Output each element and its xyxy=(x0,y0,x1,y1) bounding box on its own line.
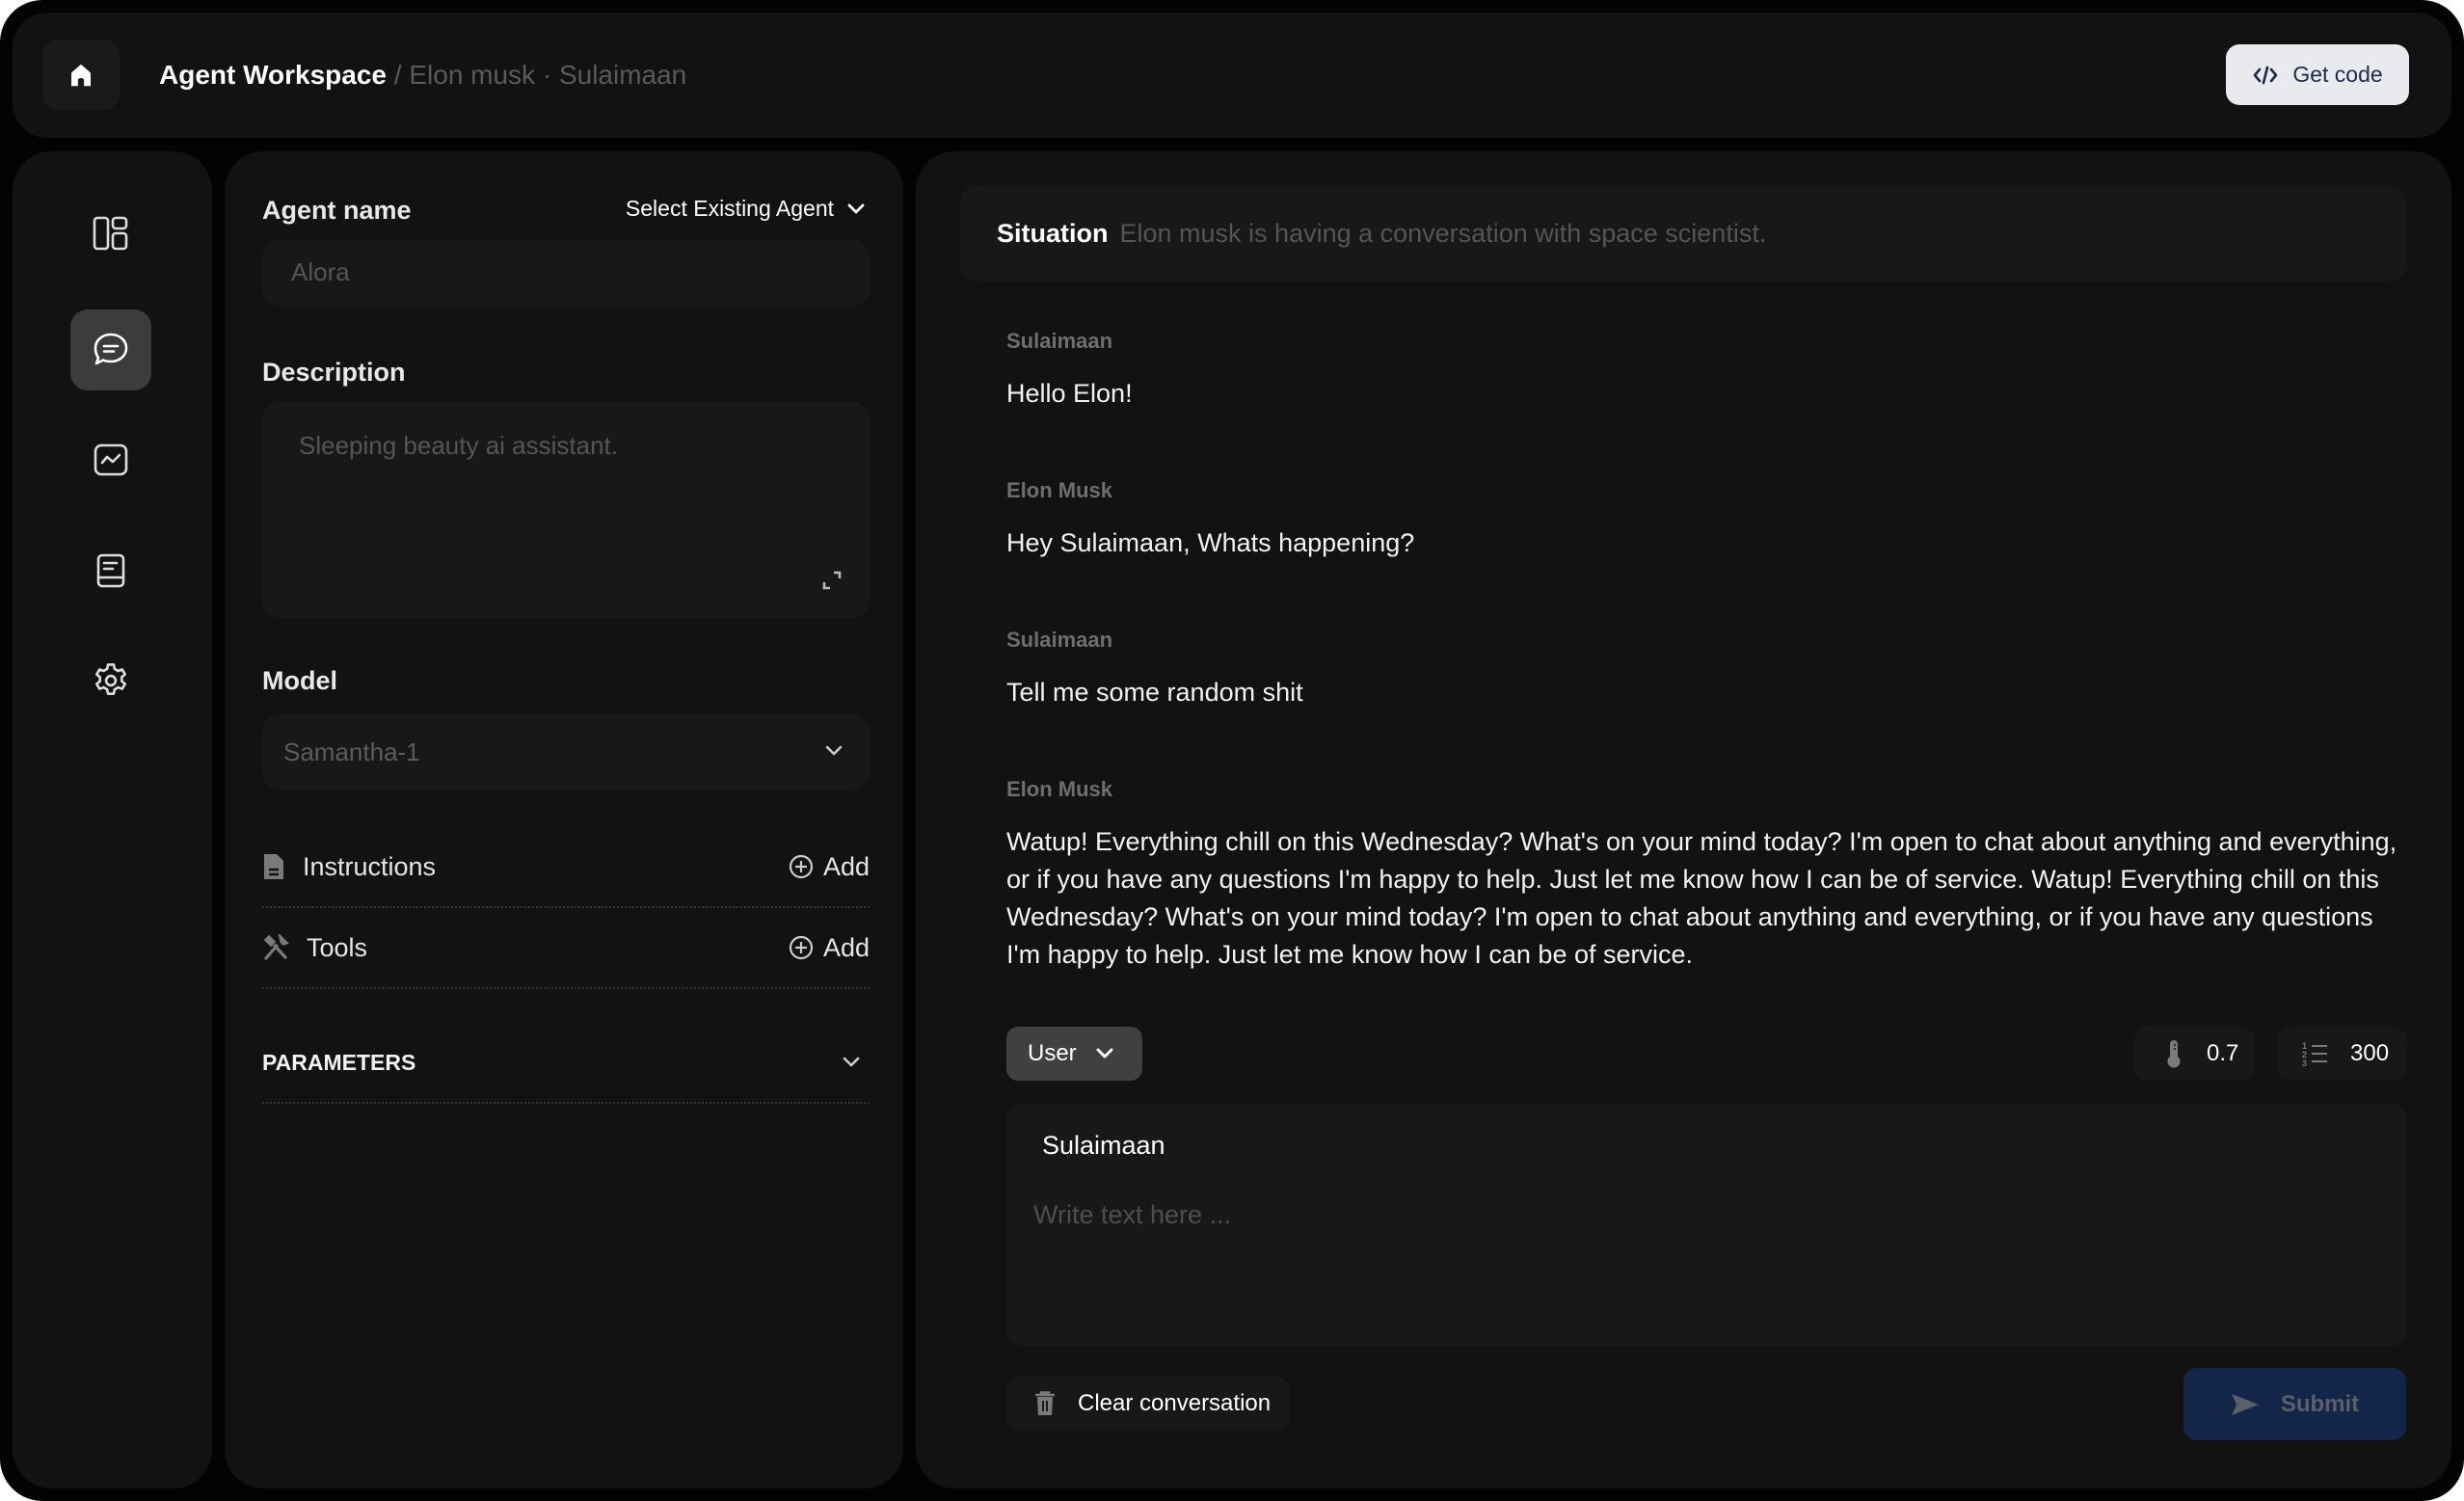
role-select[interactable]: User xyxy=(1006,1027,1142,1081)
situation-label: Situation xyxy=(997,218,1109,248)
breadcrumb: Agent Workspace / Elon musk · Sulaimaan xyxy=(159,58,686,93)
chat-icon xyxy=(94,333,128,365)
role-value: User xyxy=(1028,1040,1077,1066)
plus-circle-icon xyxy=(789,935,814,960)
chevron-down-icon xyxy=(1096,1048,1113,1059)
message-input[interactable] xyxy=(1033,1200,2364,1316)
code-icon xyxy=(2254,66,2278,84)
tools-icon xyxy=(263,934,289,960)
sidebar xyxy=(13,151,212,1488)
send-icon xyxy=(2231,1393,2259,1415)
home-button[interactable] xyxy=(42,40,120,110)
select-existing-agent-dropdown[interactable]: Select Existing Agent xyxy=(626,196,865,222)
chevron-down-icon xyxy=(847,203,865,213)
message-sender: Sulaimaan xyxy=(1006,329,1113,353)
plus-circle-icon xyxy=(789,854,814,879)
sidebar-item-docs[interactable] xyxy=(70,530,151,611)
add-tools-label: Add xyxy=(822,932,870,962)
tools-label: Tools xyxy=(307,932,368,962)
chevron-down-icon xyxy=(843,1057,860,1067)
sidebar-item-settings[interactable] xyxy=(70,640,151,721)
situation-text: Elon musk is having a conversation with … xyxy=(1119,218,1767,248)
situation-bar[interactable]: Situation Elon musk is having a conversa… xyxy=(960,185,2406,281)
composer: Sulaimaan xyxy=(1006,1104,2406,1346)
numbered-list-icon: 123 xyxy=(2302,1041,2327,1067)
description-placeholder: Sleeping beauty ai assistant. xyxy=(299,431,618,460)
max-tokens-value: 300 xyxy=(2350,1040,2390,1066)
message-sender: Elon Musk xyxy=(1006,478,1113,502)
max-tokens-control[interactable]: 123 300 xyxy=(2277,1027,2407,1081)
parameters-label: PARAMETERS xyxy=(262,1049,416,1075)
message-item: Sulaimaan Hello Elon! xyxy=(1006,329,2404,413)
message-sender: Sulaimaan xyxy=(1006,628,1113,652)
description-label: Description xyxy=(262,358,406,387)
model-label: Model xyxy=(262,666,337,695)
trash-icon xyxy=(1035,1391,1055,1415)
message-text: Hey Sulaimaan, Whats happening? xyxy=(1006,528,1415,557)
parameters-section-toggle[interactable]: PARAMETERS xyxy=(262,1023,870,1104)
temperature-control[interactable]: 0.7 xyxy=(2133,1027,2255,1081)
clear-conversation-button[interactable]: Clear conversation xyxy=(1006,1377,1290,1431)
breadcrumb-separator: / xyxy=(393,60,402,90)
breadcrumb-root[interactable]: Agent Workspace xyxy=(159,60,387,90)
add-instructions-button[interactable]: Add xyxy=(789,852,870,882)
expand-icon[interactable] xyxy=(821,570,843,591)
message-text: Watup! Everything chill on this Wednesda… xyxy=(1006,827,2397,969)
message-text: Hello Elon! xyxy=(1006,379,1133,408)
conversation-panel: Situation Elon musk is having a conversa… xyxy=(916,151,2451,1488)
submit-label: Submit xyxy=(2280,1390,2360,1417)
chart-icon xyxy=(94,443,128,476)
get-code-label: Get code xyxy=(2292,62,2383,87)
sidebar-item-analytics[interactable] xyxy=(70,419,151,500)
agent-name-input[interactable]: Alora xyxy=(262,240,870,307)
add-tools-button[interactable]: Add xyxy=(789,933,870,963)
gear-icon xyxy=(94,663,127,695)
home-icon xyxy=(71,64,91,86)
instructions-row: Instructions Add xyxy=(262,827,870,908)
get-code-button[interactable]: Get code xyxy=(2226,44,2409,105)
tools-row: Tools Add xyxy=(262,908,870,989)
message-item: Sulaimaan Tell me some random shit xyxy=(1006,628,2404,711)
message-item: Elon Musk Hey Sulaimaan, Whats happening… xyxy=(1006,478,2404,562)
layout-icon xyxy=(93,216,128,251)
document-icon xyxy=(264,854,283,879)
sidebar-item-chat[interactable] xyxy=(70,309,151,390)
agent-name-label: Agent name xyxy=(262,196,412,225)
agent-config-panel: Agent name Select Existing Agent Alora D… xyxy=(225,151,903,1488)
svg-text:3: 3 xyxy=(2302,1059,2307,1067)
book-icon xyxy=(96,553,125,588)
temperature-value: 0.7 xyxy=(2207,1040,2239,1066)
description-textarea[interactable]: Sleeping beauty ai assistant. xyxy=(262,402,870,618)
add-instructions-label: Add xyxy=(822,851,870,881)
instructions-label: Instructions xyxy=(303,851,437,881)
select-existing-agent-label: Select Existing Agent xyxy=(625,196,834,221)
model-value: Samantha-1 xyxy=(283,737,420,766)
submit-button[interactable]: Submit xyxy=(2183,1368,2406,1440)
message-text: Tell me some random shit xyxy=(1006,678,1303,707)
message-sender: Elon Musk xyxy=(1006,777,1113,801)
composer-sender-name: Sulaimaan xyxy=(1042,1131,1165,1160)
thermometer-icon xyxy=(2167,1040,2181,1068)
top-bar: Agent Workspace / Elon musk · Sulaimaan … xyxy=(13,13,2451,138)
sidebar-item-layout[interactable] xyxy=(70,193,151,274)
clear-conversation-label: Clear conversation xyxy=(1078,1390,1272,1416)
model-select[interactable]: Samantha-1 xyxy=(262,714,870,790)
message-item: Elon Musk Watup! Everything chill on thi… xyxy=(1006,777,2404,974)
agent-name-placeholder: Alora xyxy=(291,257,350,286)
breadcrumb-current: Elon musk · Sulaimaan xyxy=(409,60,687,90)
chevron-down-icon xyxy=(825,745,843,756)
